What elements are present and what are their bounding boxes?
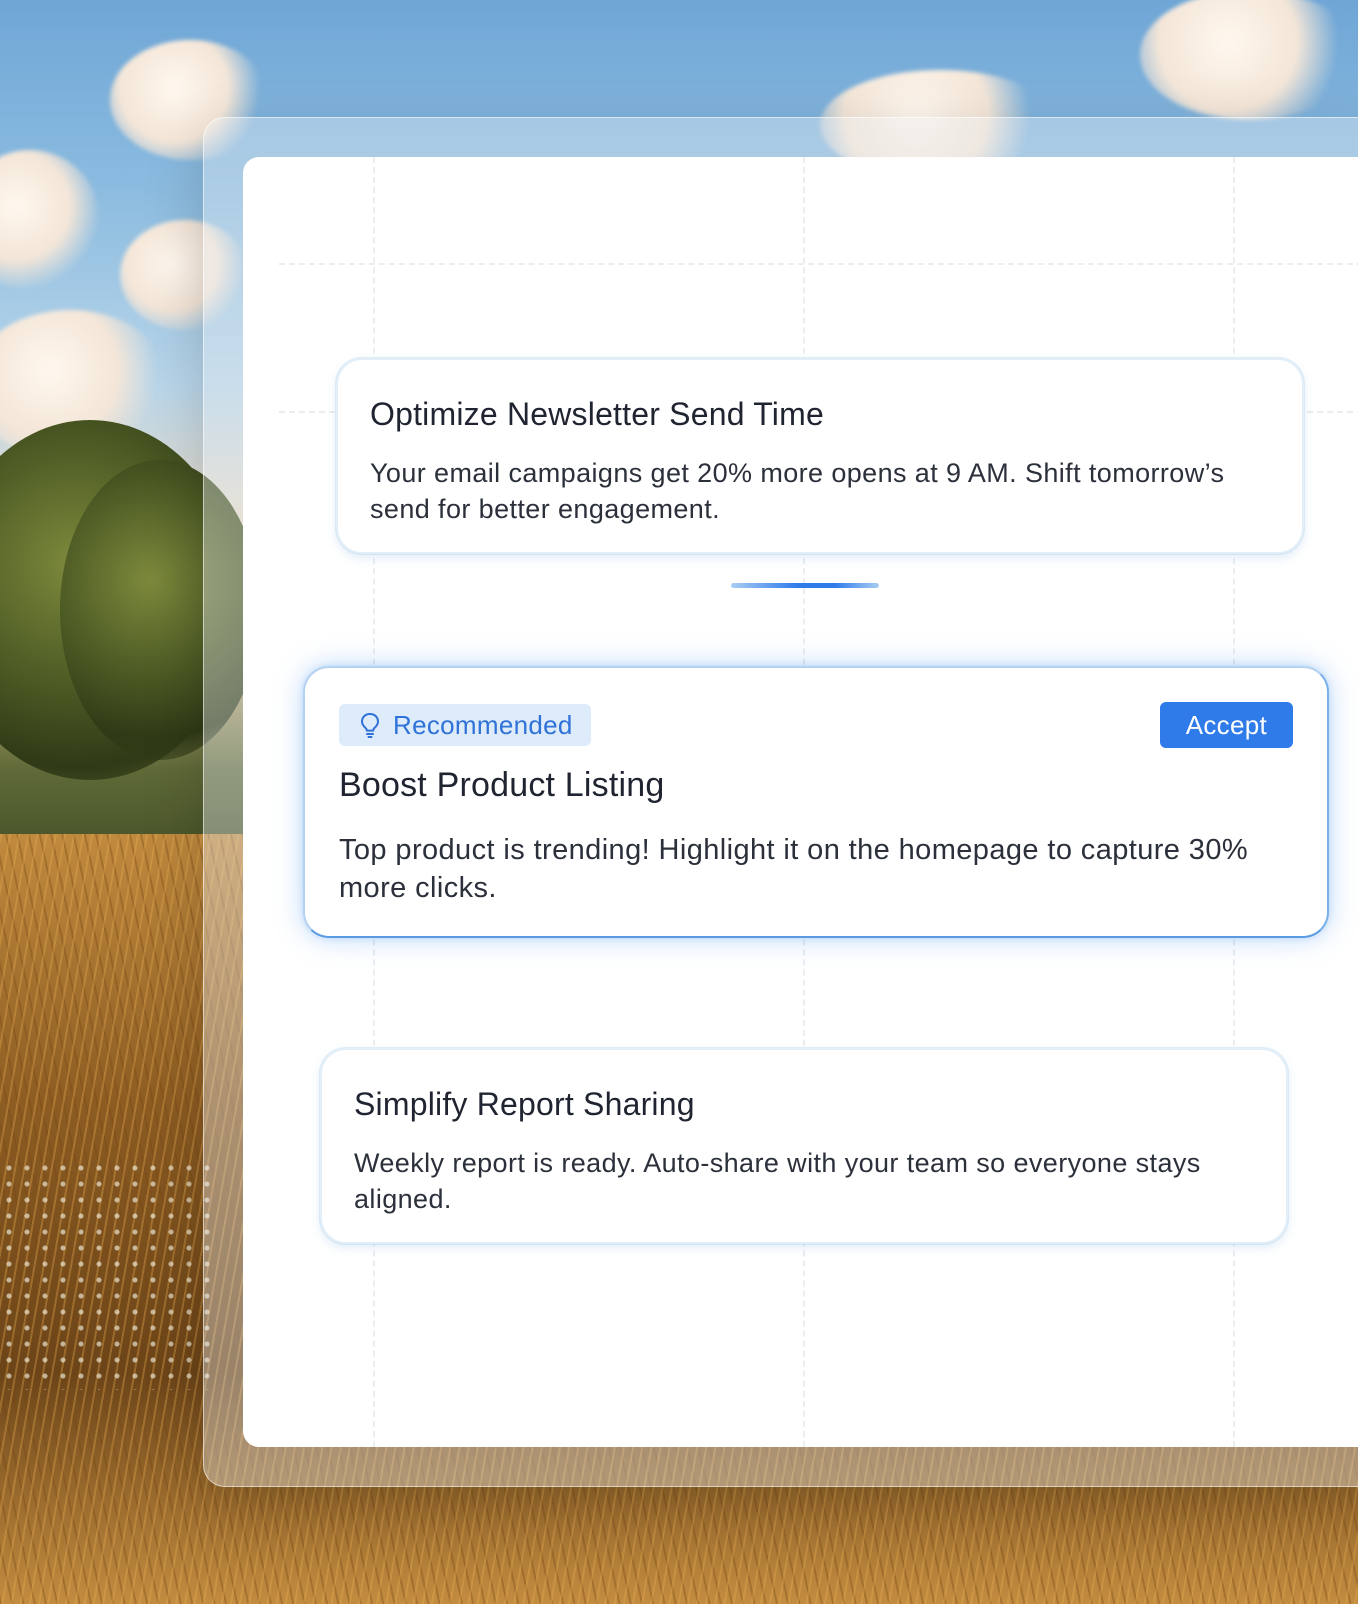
card-title: Optimize Newsletter Send Time <box>370 396 824 432</box>
card-title: Boost Product Listing <box>339 766 665 804</box>
suggestion-card[interactable]: Simplify Report Sharing Weekly report is… <box>320 1048 1288 1244</box>
card-title: Simplify Report Sharing <box>354 1086 695 1122</box>
accept-button[interactable]: Accept <box>1159 702 1293 748</box>
badge-label: Recommended <box>393 709 573 740</box>
suggestion-card[interactable]: Optimize Newsletter Send Time Your email… <box>336 358 1304 554</box>
recommended-badge: Recommended <box>339 704 591 746</box>
recommended-suggestion-card[interactable]: Recommended Accept Boost Product Listing… <box>303 666 1329 938</box>
wildflowers <box>0 1160 210 1390</box>
lightbulb-icon <box>359 712 381 738</box>
card-description: Top product is trending! Highlight it on… <box>339 834 1249 904</box>
card-description: Weekly report is ready. Auto-share with … <box>354 1148 1201 1214</box>
card-description: Your email campaigns get 20% more opens … <box>370 458 1225 524</box>
grid-line <box>279 263 1358 265</box>
progress-fill <box>731 583 879 588</box>
progress-connector <box>731 583 879 588</box>
